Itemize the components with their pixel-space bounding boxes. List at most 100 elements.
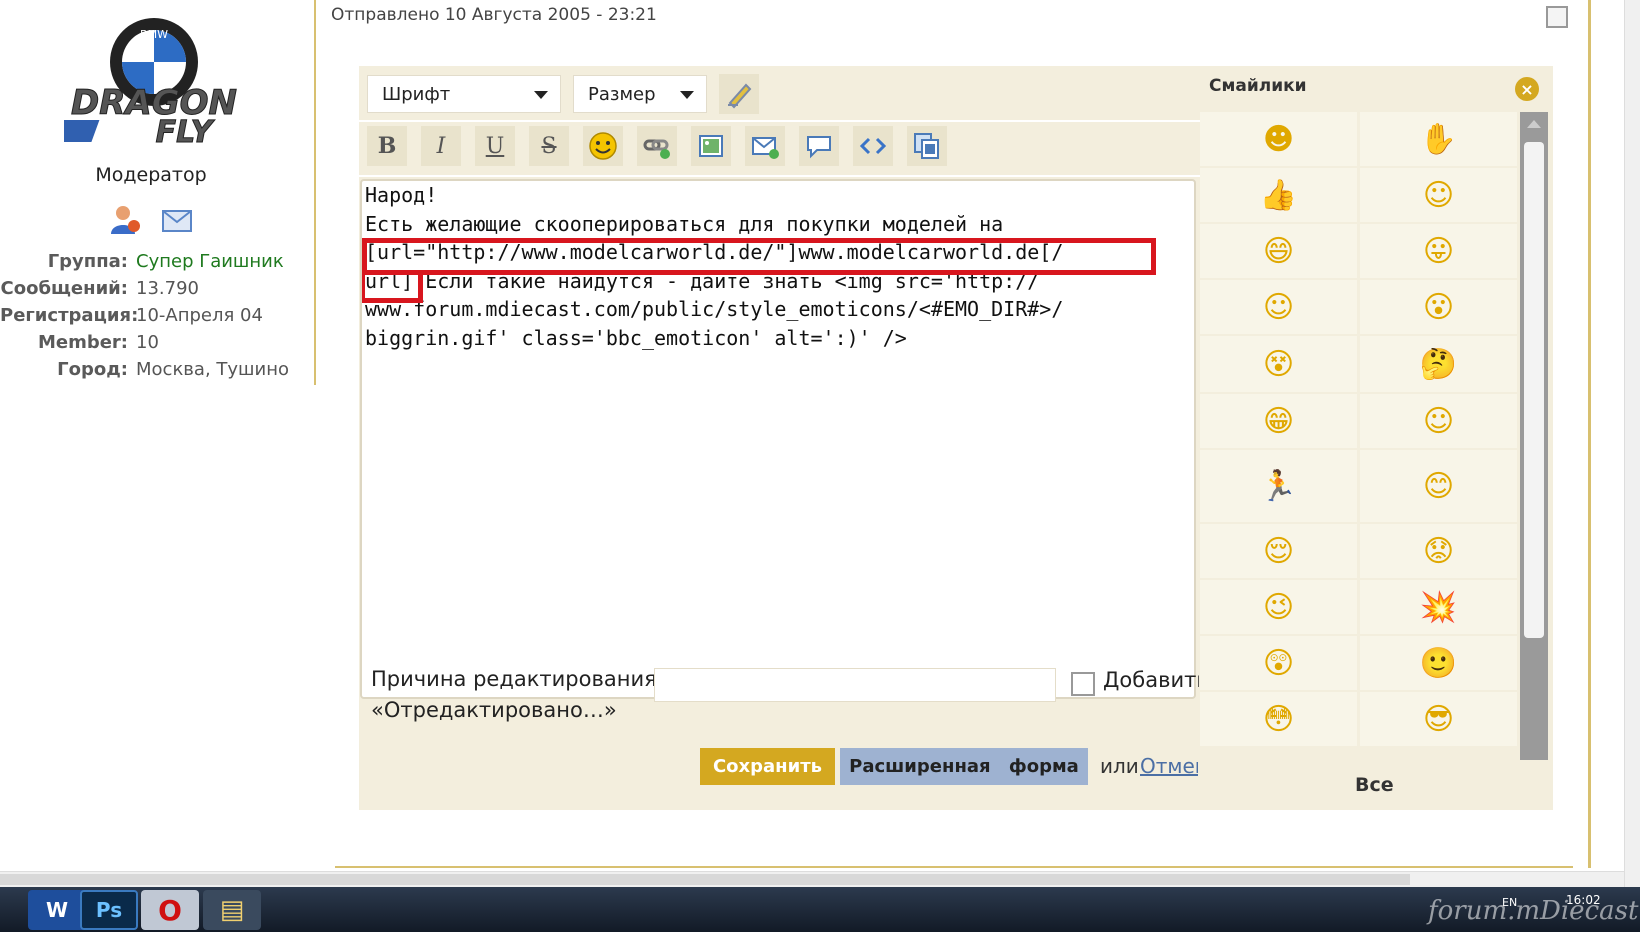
insert-emoticon-button[interactable] — [583, 126, 623, 166]
info-label: Группа: — [47, 251, 128, 272]
private-message-icon[interactable] — [160, 202, 194, 236]
cancel-link[interactable]: Отмена — [1140, 754, 1198, 778]
emoticon-item[interactable]: ☻ — [1200, 112, 1357, 166]
emoticon-item[interactable]: 😉 — [1200, 580, 1357, 634]
taskbar-explorer-icon[interactable]: ▤ — [203, 890, 261, 930]
link-icon — [643, 139, 670, 159]
emoticon-item[interactable]: 😛 — [1360, 224, 1517, 278]
emoticon-item[interactable]: 😌 — [1200, 524, 1357, 578]
emoticon-item[interactable]: 😟 — [1360, 524, 1517, 578]
emoticon-item[interactable]: 😄 — [1200, 224, 1357, 278]
append-edit-checkbox[interactable] — [1071, 672, 1095, 696]
code-icon — [859, 137, 887, 155]
emoticon-panel: Смайлики × ☻ ✋ 👍 ☺ 😄 😛 ☺ 😮 😵 🤔 😁 ☺ 🏃 😊 😌 😟 😉 💥 😲 🙂 😳 😎 Все — [1200, 66, 1553, 810]
emoticon-item[interactable]: 😊 — [1360, 450, 1517, 522]
italic-button[interactable]: I — [421, 126, 461, 166]
emoticon-item[interactable]: 🤔 — [1360, 336, 1517, 392]
paste-icon — [914, 133, 939, 159]
advanced-form-button[interactable]: Расширенная форма — [840, 748, 1088, 785]
font-select[interactable]: Шрифт — [367, 75, 561, 113]
user-role: Модератор — [95, 164, 207, 186]
content-border — [1588, 0, 1591, 868]
taskbar: W Ps O ▤ EN 16:02 — [0, 887, 1640, 932]
all-emoticons-link[interactable]: Все — [1355, 774, 1394, 796]
underline-button[interactable]: U — [475, 126, 515, 166]
append-edit-label: Добавить — [1103, 668, 1199, 692]
emoticon-scrollbar[interactable] — [1520, 112, 1548, 760]
emoticon-item[interactable]: 💥 — [1360, 580, 1517, 634]
chevron-down-icon — [680, 91, 694, 99]
profile-actions — [108, 202, 194, 236]
profile-info: Группа: Супер Гаишник Сообщений: 13.790 Ре… — [0, 248, 289, 383]
size-select[interactable]: Размер — [573, 75, 707, 113]
or-label: или — [1100, 754, 1139, 778]
emoticon-item[interactable]: ☺ — [1360, 394, 1517, 448]
post-textarea[interactable]: Народ! Есть желающие скооперироваться для… — [360, 179, 1196, 699]
smiley-icon — [589, 132, 617, 160]
quick-edit-editor: Шрифт Размер B I U S Народ! Есть желающи… — [359, 66, 1201, 810]
emoticon-item[interactable]: ☺ — [1360, 168, 1517, 222]
info-label: Город: — [57, 359, 128, 380]
insert-link-button[interactable] — [637, 126, 677, 166]
info-row-registration: Регистрация: 10-Апреля 04 — [0, 302, 289, 329]
emoticon-item[interactable]: 👍 — [1200, 168, 1357, 222]
scrollbar-thumb[interactable] — [1524, 142, 1544, 638]
editor-toolbar-format: B I U S — [367, 126, 947, 166]
logo-badge: BMW — [140, 28, 168, 41]
taskbar-photoshop-icon[interactable]: Ps — [80, 890, 138, 930]
emoticon-item[interactable]: 😁 — [1200, 394, 1357, 448]
logo-subtitle: FLY — [156, 115, 216, 150]
emoticon-item[interactable]: 😲 — [1200, 636, 1357, 690]
emoticon-item[interactable]: 🏃 — [1200, 450, 1357, 522]
user-profile: BMW DRAGON FLY Модератор Группа: Супер Га… — [0, 0, 316, 385]
emoticon-item[interactable]: 😳 — [1200, 692, 1357, 746]
close-icon[interactable]: × — [1515, 77, 1539, 101]
emoticon-item[interactable]: 😎 — [1360, 692, 1517, 746]
bold-button[interactable]: B — [367, 126, 407, 166]
forum-page: BMW DRAGON FLY Модератор Группа: Супер Га… — [0, 0, 1640, 932]
image-icon — [699, 135, 723, 157]
remove-format-button[interactable] — [719, 74, 759, 114]
chevron-down-icon — [534, 91, 548, 99]
user-profile-icon[interactable] — [108, 202, 142, 236]
info-label: Сообщений: — [0, 278, 128, 299]
emoticon-item[interactable]: 😵 — [1200, 336, 1357, 392]
highlight-box — [362, 238, 1156, 275]
scroll-up-icon[interactable] — [1527, 120, 1541, 128]
insert-code-button[interactable] — [853, 126, 893, 166]
info-value: 10 — [136, 332, 159, 353]
content-border — [335, 866, 1573, 868]
info-label: Регистрация: — [0, 305, 139, 326]
insert-quote-button[interactable] — [799, 126, 839, 166]
emoticon-item[interactable]: 🙂 — [1360, 636, 1517, 690]
insert-email-button[interactable] — [745, 126, 785, 166]
scrollbar-thumb[interactable] — [0, 874, 1410, 885]
quote-icon — [807, 136, 831, 159]
eraser-icon — [728, 83, 752, 109]
edit-reason-input[interactable] — [654, 668, 1056, 702]
info-value: 13.790 — [136, 278, 199, 299]
editor-toolbar-top: Шрифт Размер — [367, 72, 759, 116]
emoticon-item[interactable]: ✋ — [1360, 112, 1517, 166]
post-text-line: www.forum.mdiecast.com/public/style_emot… — [365, 297, 1064, 321]
post-date: Отправлено 10 Августа 2005 - 23:21 — [331, 5, 657, 25]
watermark: forum.mDiecast.com — [1428, 896, 1640, 926]
info-value: 10-Апреля 04 — [136, 305, 263, 326]
taskbar-word-icon[interactable]: W — [28, 890, 86, 930]
size-select-label: Размер — [588, 83, 656, 105]
info-row-city: Город: Москва, Тушино — [0, 356, 289, 383]
vertical-scrollbar[interactable] — [1624, 0, 1640, 887]
save-button[interactable]: Сохранить — [700, 748, 835, 785]
horizontal-scrollbar[interactable] — [0, 871, 1624, 887]
toolbar-divider — [359, 120, 1201, 122]
font-select-label: Шрифт — [382, 83, 451, 105]
emoticon-grid: ☻ ✋ 👍 ☺ 😄 😛 ☺ 😮 😵 🤔 😁 ☺ 🏃 😊 😌 😟 😉 💥 😲 🙂 😳 😎 — [1200, 112, 1518, 762]
taskbar-opera-icon[interactable]: O — [141, 890, 199, 930]
insert-image-button[interactable] — [691, 126, 731, 166]
strikethrough-button[interactable]: S — [529, 126, 569, 166]
post-select-checkbox[interactable] — [1546, 6, 1568, 28]
emoticon-item[interactable]: 😮 — [1360, 280, 1517, 334]
paste-button[interactable] — [907, 126, 947, 166]
emoticon-item[interactable]: ☺ — [1200, 280, 1357, 334]
info-label: Member: — [37, 332, 128, 353]
